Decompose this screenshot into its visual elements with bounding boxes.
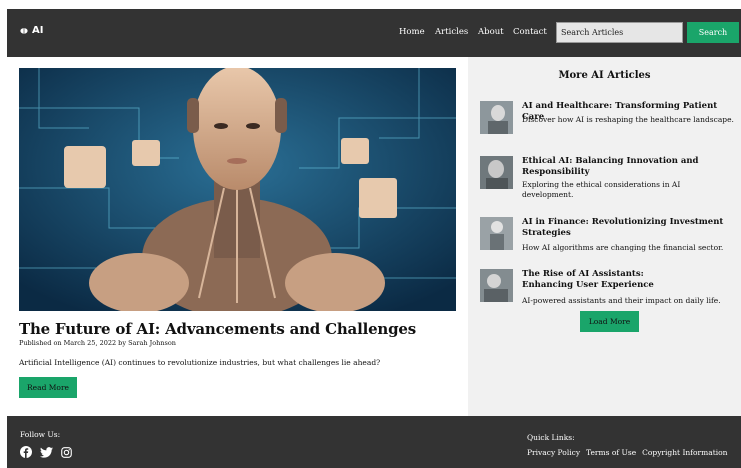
sidebar-article-2[interactable]: Ethical AI: Balancing Innovation and Res… — [480, 156, 738, 199]
article-thumbnail — [480, 156, 513, 189]
logo-text: AI — [32, 25, 44, 36]
read-more-button[interactable]: Read More — [19, 377, 77, 398]
nav-about[interactable]: About — [478, 27, 504, 37]
robot-illustration — [19, 68, 456, 311]
sidebar-article-title[interactable]: The Rise of AI Assistants: Enhancing Use… — [522, 269, 697, 290]
quick-links-label: Quick Links: — [527, 433, 575, 442]
sidebar-article-desc: How AI algorithms are changing the finan… — [522, 243, 724, 252]
article-thumbnail — [480, 269, 513, 302]
social-links — [20, 446, 72, 458]
article-summary: Artificial Intelligence (AI) continues t… — [19, 358, 381, 367]
top-navbar: AI Home Articles About Contact Search — [7, 9, 741, 57]
sidebar-title: More AI Articles — [558, 70, 651, 81]
article-thumbnail — [480, 217, 513, 250]
sidebar-article-desc: AI-powered assistants and their impact o… — [522, 296, 721, 305]
terms-of-use-link[interactable]: Terms of Use — [586, 448, 636, 457]
nav-articles[interactable]: Articles — [435, 27, 468, 37]
nav-home[interactable]: Home — [399, 27, 425, 37]
sidebar-article-4[interactable]: The Rise of AI Assistants: Enhancing Use… — [480, 269, 738, 309]
sidebar-article-1[interactable]: AI and Healthcare: Transforming Patient … — [480, 101, 738, 137]
sidebar-article-title[interactable]: Ethical AI: Balancing Innovation and Res… — [522, 156, 737, 177]
footer-links: Privacy Policy Terms of Use Copyright In… — [527, 448, 727, 457]
sidebar-article-desc: Exploring the ethical considerations in … — [522, 180, 681, 199]
site-logo[interactable]: AI — [20, 25, 43, 36]
follow-us-label: Follow Us: — [20, 430, 61, 439]
privacy-policy-link[interactable]: Privacy Policy — [527, 448, 580, 457]
sidebar-article-3[interactable]: AI in Finance: Revolutionizing Investmen… — [480, 217, 738, 253]
copyright-link[interactable]: Copyright Information — [642, 448, 727, 457]
search-button[interactable]: Search — [687, 22, 739, 43]
twitter-icon[interactable] — [40, 446, 53, 458]
article-thumbnail — [480, 101, 513, 134]
search-input[interactable] — [556, 22, 683, 43]
article-meta: Published on March 25, 2022 by Sarah Joh… — [19, 339, 176, 347]
instagram-icon[interactable] — [61, 446, 72, 458]
article-title[interactable]: The Future of AI: Advancements and Chall… — [19, 320, 416, 338]
footer: Follow Us: Quick Links: Privacy Policy T… — [7, 416, 741, 468]
sidebar-more-articles: More AI Articles AI and Healthcare: Tran… — [468, 57, 741, 416]
facebook-icon[interactable] — [20, 446, 32, 458]
brain-icon — [20, 28, 28, 34]
sidebar-article-desc: Discover how AI is reshaping the healthc… — [522, 115, 734, 124]
sidebar-article-title[interactable]: AI in Finance: Revolutionizing Investmen… — [522, 217, 737, 238]
load-more-button[interactable]: Load More — [580, 311, 639, 332]
nav-contact[interactable]: Contact — [513, 27, 547, 37]
hero-image — [19, 68, 456, 311]
page: AI Home Articles About Contact Search Ar… — [7, 9, 741, 468]
